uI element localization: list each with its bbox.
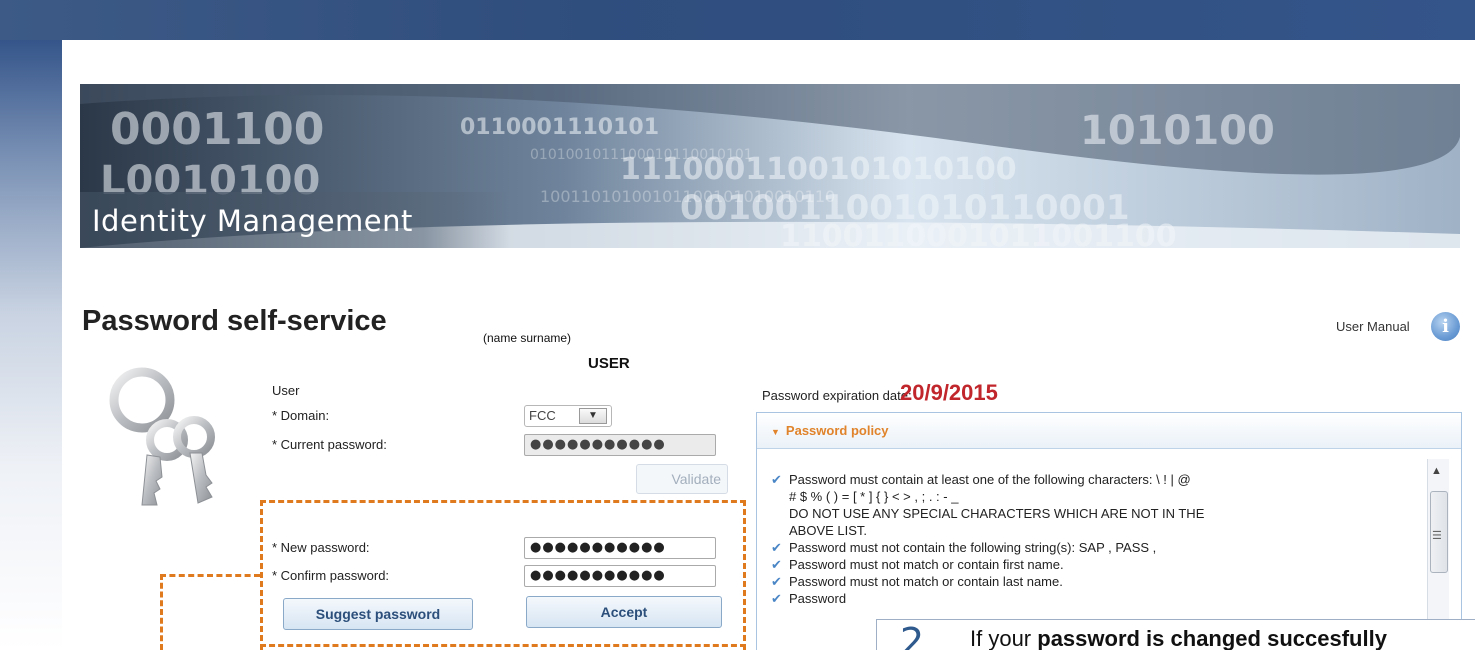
accept-button[interactable]: Accept: [526, 596, 722, 628]
expiry-label: Password expiration date:: [762, 388, 912, 403]
password-policy-panel: ▼ Password policy ✔ Password must contain…: [756, 412, 1462, 650]
svg-text:0101001011100010110010101: 0101001011100010110010101: [530, 147, 753, 163]
current-password-label: * Current password:: [272, 437, 387, 452]
top-bar: [0, 0, 1475, 40]
domain-selected-value: FCC: [529, 408, 556, 423]
highlight-connector-horizontal: [160, 574, 260, 577]
highlight-box-bottom: [260, 644, 746, 647]
scroll-grip-icon: ☰: [1432, 530, 1442, 542]
check-icon: ✔: [771, 557, 782, 572]
domain-select[interactable]: FCC ▼: [524, 405, 612, 427]
policy-rule-continued: DO NOT USE ANY SPECIAL CHARACTERS WHICH …: [771, 505, 1411, 522]
check-icon: ✔: [771, 591, 782, 606]
left-gradient-strip: [0, 40, 62, 650]
callout-text-plain: If your: [970, 626, 1038, 650]
callout-text: If your password is changed succesfully: [970, 626, 1387, 650]
rule-text: Password must contain at least one of th…: [789, 472, 1191, 487]
svg-text:10011010100101100101010010110: 10011010100101100101010010110: [540, 187, 835, 206]
current-password-input[interactable]: ●●●●●●●●●●●: [524, 434, 716, 456]
rule-text: Password: [789, 591, 847, 606]
policy-header[interactable]: ▼ Password policy: [757, 413, 1461, 449]
svg-text:1100110001011001100: 1100110001011001100: [780, 219, 1177, 248]
rule-text: ABOVE LIST.: [789, 523, 868, 538]
policy-header-label: Password policy: [785, 423, 889, 438]
policy-rule: ✔ Password must not match or contain las…: [771, 573, 1411, 590]
svg-text:0001100: 0001100: [110, 104, 324, 155]
check-icon: ✔: [771, 472, 782, 487]
rule-text: # $ % ( ) = [ * ] { } < > , ; . : - _: [789, 489, 959, 504]
expiry-date: 20/9/2015: [900, 380, 998, 405]
policy-rule: ✔ Password must contain at least one of …: [771, 471, 1411, 488]
policy-rule-continued: ABOVE LIST.: [771, 522, 1411, 539]
new-password-label: * New password:: [272, 540, 370, 555]
collapse-caret-icon[interactable]: ▼: [771, 427, 780, 437]
rule-text: DO NOT USE ANY SPECIAL CHARACTERS WHICH …: [789, 506, 1205, 521]
highlight-connector-vertical: [160, 574, 163, 650]
policy-rule: ✔ Password: [771, 590, 1411, 607]
scroll-up-arrow-icon[interactable]: ▲: [1431, 465, 1442, 477]
rule-text: Password must not match or contain last …: [789, 574, 1063, 589]
user-manual-link[interactable]: User Manual: [1336, 319, 1410, 334]
policy-rule-continued: # $ % ( ) = [ * ] { } < > , ; . : - _: [771, 488, 1411, 505]
info-icon[interactable]: i: [1431, 312, 1460, 341]
keys-icon: [102, 365, 232, 520]
chevron-down-icon[interactable]: ▼: [579, 408, 607, 424]
page-title: Password self-service: [82, 305, 387, 337]
user-label: User: [272, 383, 300, 398]
confirm-password-input[interactable]: ●●●●●●●●●●●: [524, 565, 716, 587]
callout-step-number: 2: [900, 620, 925, 650]
validate-button[interactable]: Validate: [636, 464, 728, 494]
policy-rule: ✔ Password must not contain the followin…: [771, 539, 1411, 556]
rule-text: Password must not match or contain first…: [789, 557, 1064, 572]
user-value: USER: [588, 355, 630, 372]
policy-rule: ✔ Password must not match or contain fir…: [771, 556, 1411, 573]
new-password-input[interactable]: ●●●●●●●●●●●: [524, 537, 716, 559]
rule-text: Password must not contain the following …: [789, 540, 1157, 555]
svg-text:0110001110101: 0110001110101: [460, 115, 659, 140]
domain-label: * Domain:: [272, 408, 330, 423]
check-icon: ✔: [771, 540, 782, 555]
svg-text:1010100: 1010100: [1080, 108, 1275, 154]
name-surname-note: (name surname): [483, 331, 572, 345]
banner-title: Identity Management: [92, 204, 413, 238]
policy-rules: ✔ Password must contain at least one of …: [771, 471, 1411, 607]
check-icon: ✔: [771, 574, 782, 589]
confirm-password-label: * Confirm password:: [272, 568, 390, 583]
callout-text-bold: password is changed succesfully: [1037, 626, 1387, 650]
suggest-password-button[interactable]: Suggest password: [283, 598, 473, 630]
